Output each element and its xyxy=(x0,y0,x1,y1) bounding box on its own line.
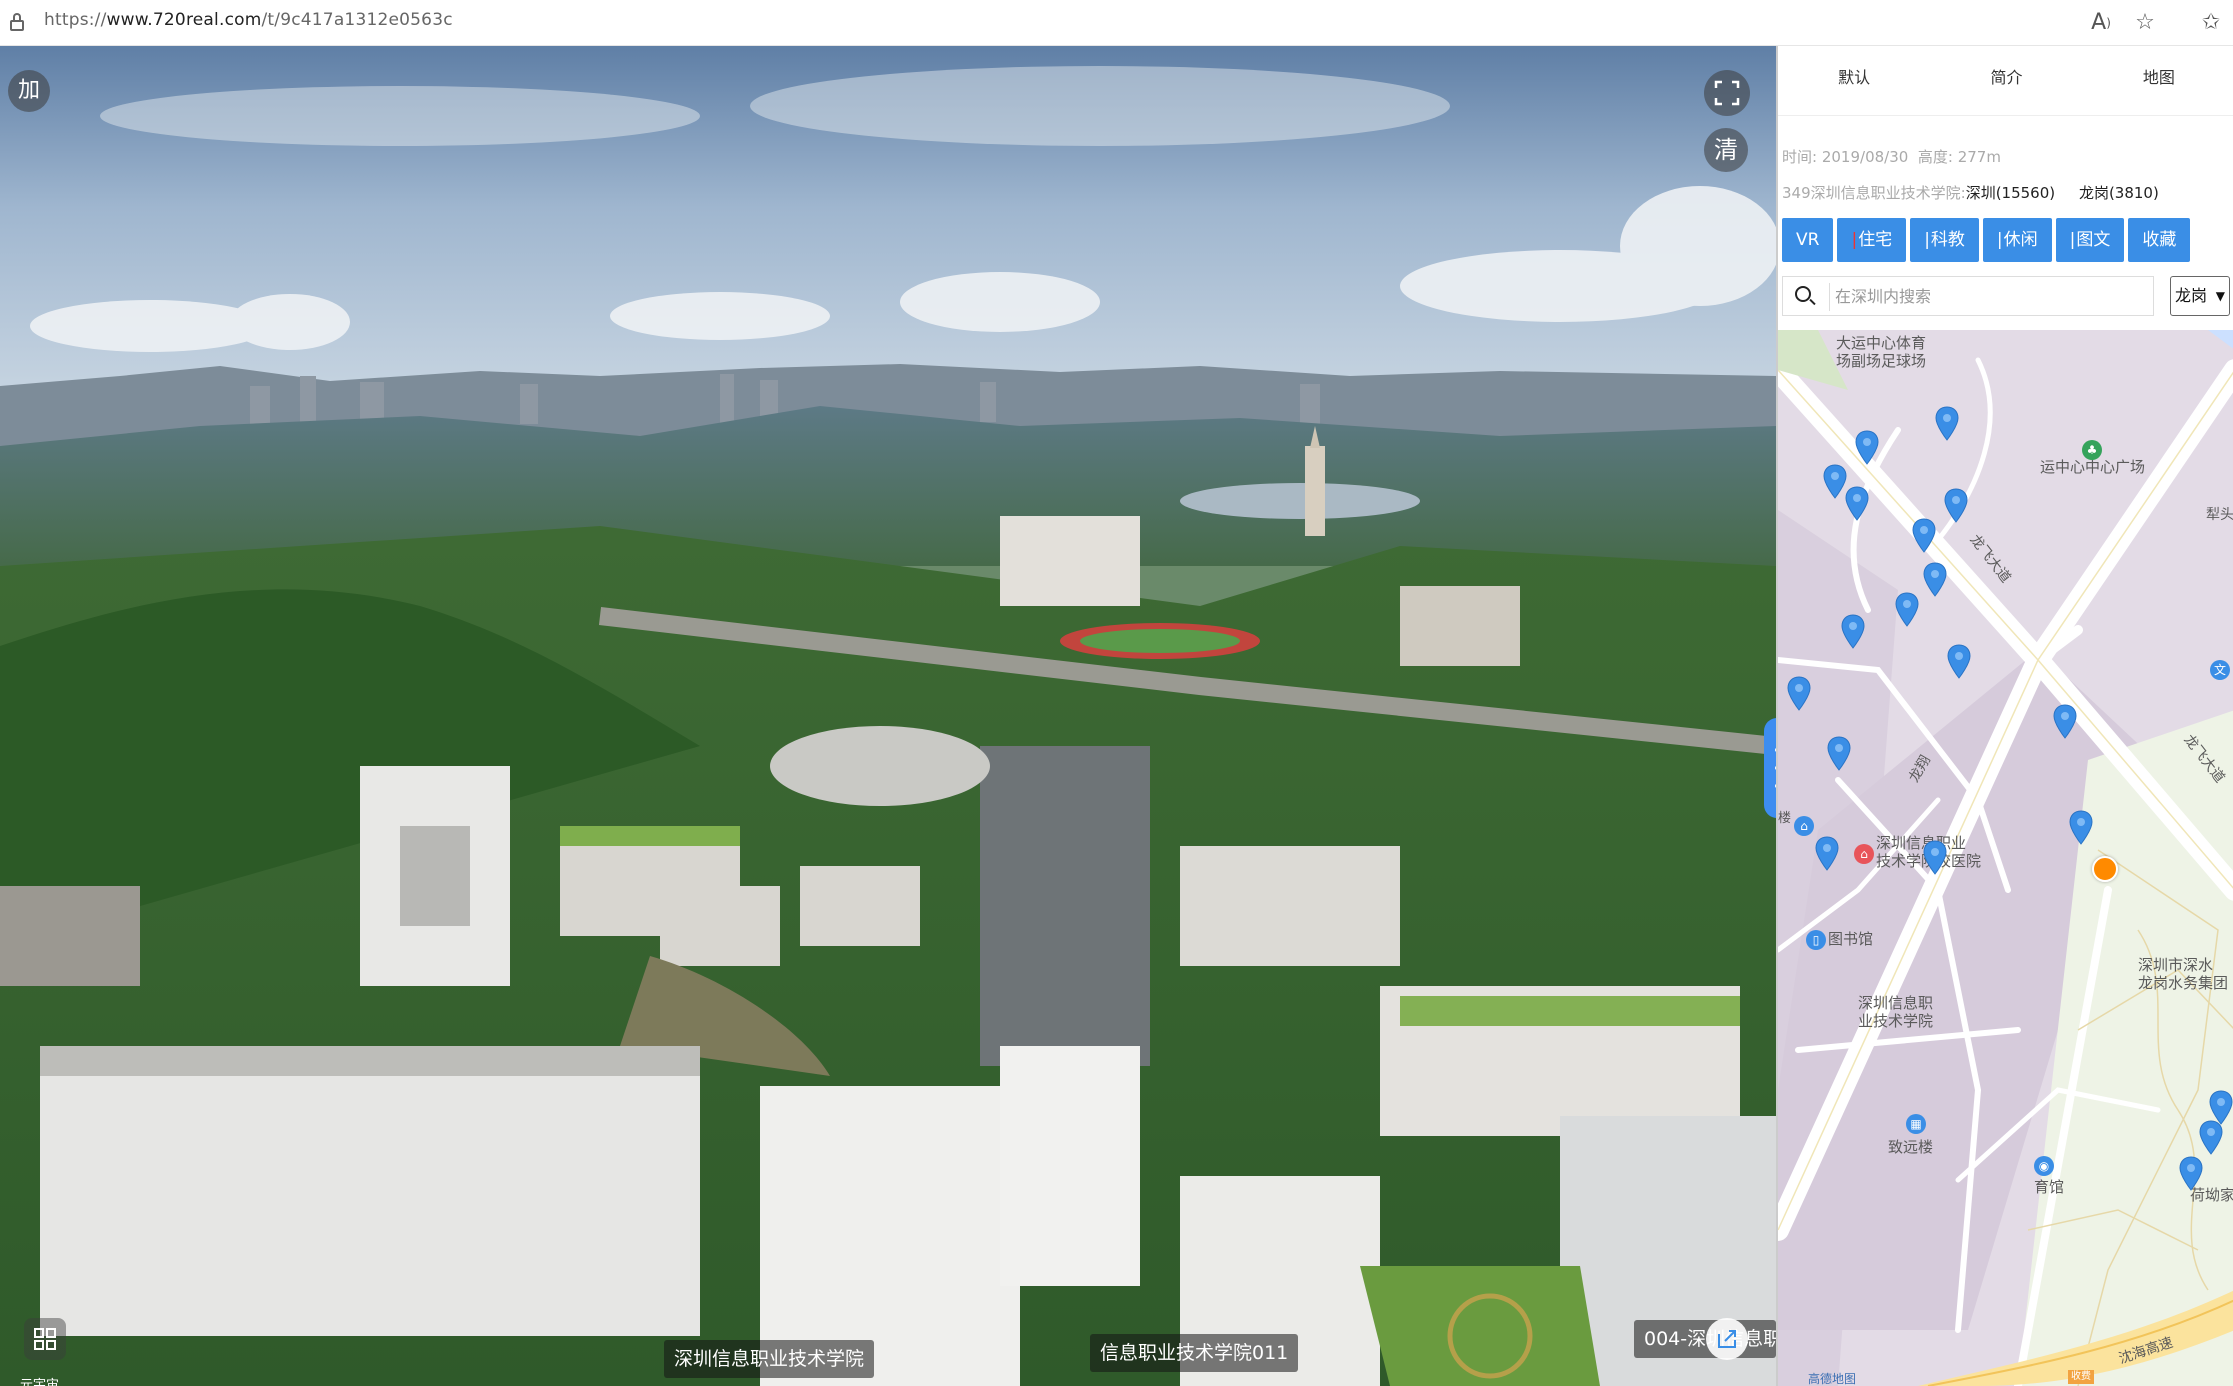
fullscreen-button[interactable] xyxy=(1704,70,1750,116)
map-label-sports-field: 大运中心体育 场副场足球场 xyxy=(1836,334,1927,370)
search-icon[interactable] xyxy=(1795,286,1811,302)
category-education-button[interactable]: |科教 xyxy=(1910,218,1979,262)
map-label-library: 图书馆 xyxy=(1828,930,1874,948)
map-view[interactable]: 大运中心体育 场副场足球场 运中心中心广场 龙飞大道 龙飞大道 龙翔 犁头 楼 深… xyxy=(1778,330,2233,1386)
category-favorites-button[interactable]: 收藏 xyxy=(2128,218,2191,262)
map-label-college: 深圳信息职 业技术学院 xyxy=(1858,994,1934,1030)
scene-list-button[interactable] xyxy=(24,1318,66,1360)
capture-info: 时间: 2019/08/30 高度: 277m xyxy=(1782,148,2001,166)
map-pin-icon[interactable] xyxy=(2198,1120,2224,1156)
clear-button[interactable]: 清 xyxy=(1704,128,1748,172)
map-pin-icon[interactable] xyxy=(1840,614,1866,650)
category-vr-button[interactable]: VR xyxy=(1782,218,1834,262)
hospital-poi-icon[interactable]: ⌂ xyxy=(1854,844,1874,864)
map-pin-icon[interactable] xyxy=(2068,810,2094,846)
map-pin-icon[interactable] xyxy=(2052,704,2078,740)
aerial-campus-photo xyxy=(0,46,1776,1386)
map-pin-icon[interactable] xyxy=(1844,486,1870,522)
current-location-marker[interactable] xyxy=(2092,856,2118,882)
url-field[interactable]: https://www.720real.com/t/9c417a1312e056… xyxy=(44,10,453,30)
tab-map[interactable]: 地图 xyxy=(2083,46,2233,115)
map-pin-icon[interactable] xyxy=(1826,736,1852,772)
gym-poi-icon[interactable]: ◉ xyxy=(2034,1156,2054,1176)
scene-label-1[interactable]: 深圳信息职业技术学院 xyxy=(664,1340,875,1378)
map-label-gym: 育馆 xyxy=(2034,1178,2065,1196)
panel-collapse-handle[interactable] xyxy=(1764,718,1776,818)
category-leisure-button[interactable]: |休闲 xyxy=(1982,218,2052,262)
map-label-toll: 收费 xyxy=(2068,1370,2094,1384)
fullscreen-icon xyxy=(1714,80,1740,106)
map-pin-icon[interactable] xyxy=(1786,676,1812,712)
category-residential-button[interactable]: |住宅 xyxy=(1837,218,1907,262)
culture-poi-icon[interactable]: 文 xyxy=(2210,660,2230,680)
share-icon xyxy=(1718,1330,1736,1348)
browser-address-bar: https://www.720real.com/t/9c417a1312e056… xyxy=(0,0,2233,46)
add-favorite-icon[interactable]: ☆ xyxy=(2130,9,2160,37)
map-pin-icon[interactable] xyxy=(1814,836,1840,872)
map-pin-icon[interactable] xyxy=(1922,562,1948,598)
grid-icon xyxy=(34,1328,56,1350)
bank-poi-icon[interactable]: ⌂ xyxy=(1794,816,1814,836)
lock-icon[interactable] xyxy=(10,13,24,31)
map-label-plaza: 运中心中心广场 xyxy=(2040,458,2146,476)
map-pin-icon[interactable] xyxy=(2178,1156,2204,1192)
map-pin-icon[interactable] xyxy=(1943,488,1969,524)
map-attribution: 高德地图 xyxy=(1808,1372,1857,1386)
map-pin-icon[interactable] xyxy=(1922,840,1948,876)
tab-default[interactable]: 默认 xyxy=(1778,46,1930,115)
panel-tabs: 默认 简介 地图 xyxy=(1778,46,2233,116)
map-label-water-group: 深圳市深水 龙岗水务集团 xyxy=(2138,956,2229,992)
building-poi-icon[interactable]: ▦ xyxy=(1906,1114,1926,1134)
district-select[interactable]: 龙岗 ▼ xyxy=(2170,276,2230,316)
map-label-li: 犁头 xyxy=(2206,507,2233,523)
map-label-zhiyuan: 致远楼 xyxy=(1888,1138,1934,1156)
read-aloud-icon[interactable]: A) xyxy=(2086,9,2116,37)
library-poi-icon[interactable]: ▯ xyxy=(1806,930,1826,950)
category-buttons: VR |住宅 |科教 |休闲 |图文 收藏 xyxy=(1782,218,2191,262)
panorama-viewer[interactable]: 加 清 元宇宙 深圳信息职业技术学院 信息职业技术学院011 004-深圳信息职 xyxy=(0,46,1776,1386)
add-button[interactable]: 加 xyxy=(8,70,50,112)
map-pin-icon[interactable] xyxy=(1911,518,1937,554)
search-row: 龙岗▼ xyxy=(1782,276,2231,316)
category-article-button[interactable]: |图文 xyxy=(2055,218,2125,262)
scene-label-3[interactable]: 004-深圳信息职 xyxy=(1634,1320,1776,1358)
district-link[interactable]: 龙岗(3810) xyxy=(2079,184,2159,202)
map-pin-icon[interactable] xyxy=(1894,592,1920,628)
scene-label-2[interactable]: 信息职业技术学院011 xyxy=(1090,1334,1299,1372)
search-input[interactable] xyxy=(1835,281,2147,311)
map-pin-icon[interactable] xyxy=(1934,406,1960,442)
location-info: 349深圳信息职业技术学院:深圳(15560) 龙岗(3810) xyxy=(1782,184,2159,202)
tab-intro[interactable]: 简介 xyxy=(1930,46,2082,115)
map-pin-icon[interactable] xyxy=(1946,644,1972,680)
park-poi-icon[interactable]: ♣ xyxy=(2082,440,2102,460)
share-button[interactable] xyxy=(1706,1318,1748,1360)
city-link[interactable]: 深圳(15560) xyxy=(1966,184,2055,202)
map-pin-icon[interactable] xyxy=(1854,430,1880,466)
favorites-icon[interactable]: ✩ xyxy=(2196,9,2226,37)
search-box xyxy=(1782,276,2154,316)
bottom-left-caption: 元宇宙 xyxy=(20,1378,60,1386)
side-panel: 默认 简介 地图 时间: 2019/08/30 高度: 277m 349深圳信息… xyxy=(1776,46,2233,1386)
map-label-building: 楼 xyxy=(1778,811,1792,826)
